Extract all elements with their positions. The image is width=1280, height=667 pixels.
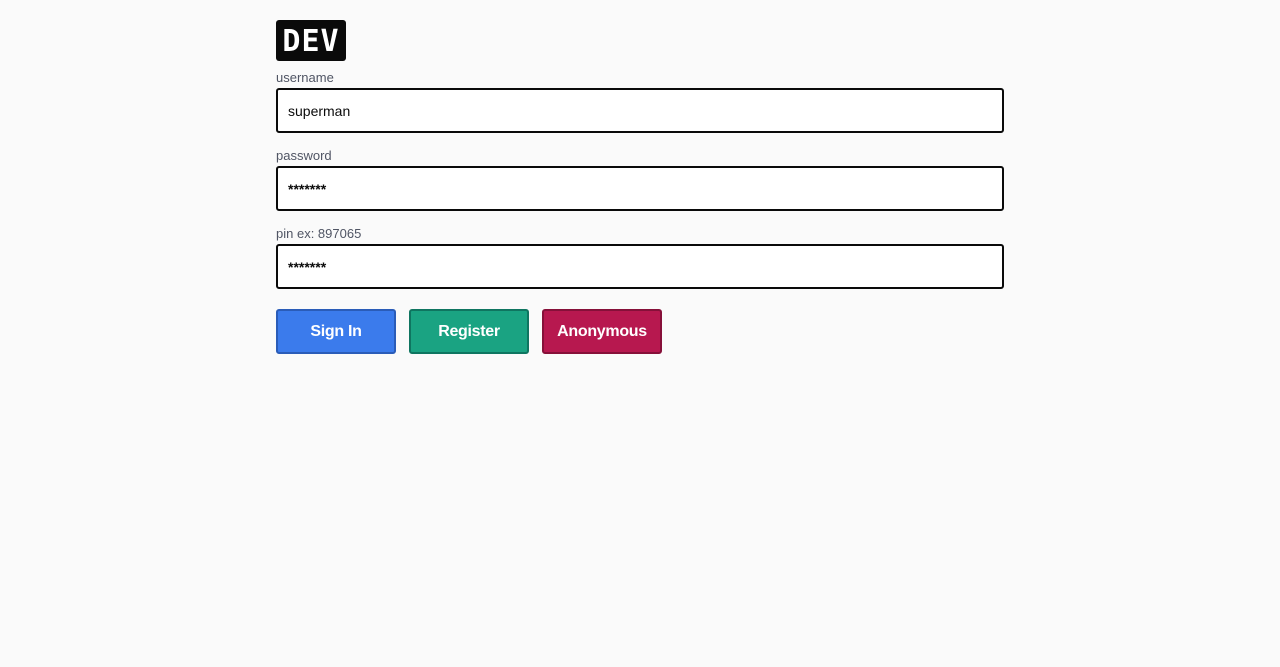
username-field-wrap <box>276 88 1004 133</box>
username-label: username <box>276 70 334 85</box>
pin-input[interactable] <box>276 244 1004 289</box>
register-button[interactable]: Register <box>409 309 529 354</box>
action-buttons: Sign In Register Anonymous <box>276 309 1004 354</box>
password-field-wrap <box>276 166 1004 211</box>
login-page: DEV username password pin ex: 897065 Sig… <box>276 20 1004 354</box>
logo-text: DEV <box>282 24 340 59</box>
password-input[interactable] <box>276 166 1004 211</box>
username-input[interactable] <box>276 88 1004 133</box>
password-label: password <box>276 148 332 163</box>
sign-in-button[interactable]: Sign In <box>276 309 396 354</box>
anonymous-button[interactable]: Anonymous <box>542 309 662 354</box>
dev-logo[interactable]: DEV <box>276 20 346 61</box>
pin-field-wrap <box>276 244 1004 289</box>
pin-label: pin ex: 897065 <box>276 226 362 241</box>
